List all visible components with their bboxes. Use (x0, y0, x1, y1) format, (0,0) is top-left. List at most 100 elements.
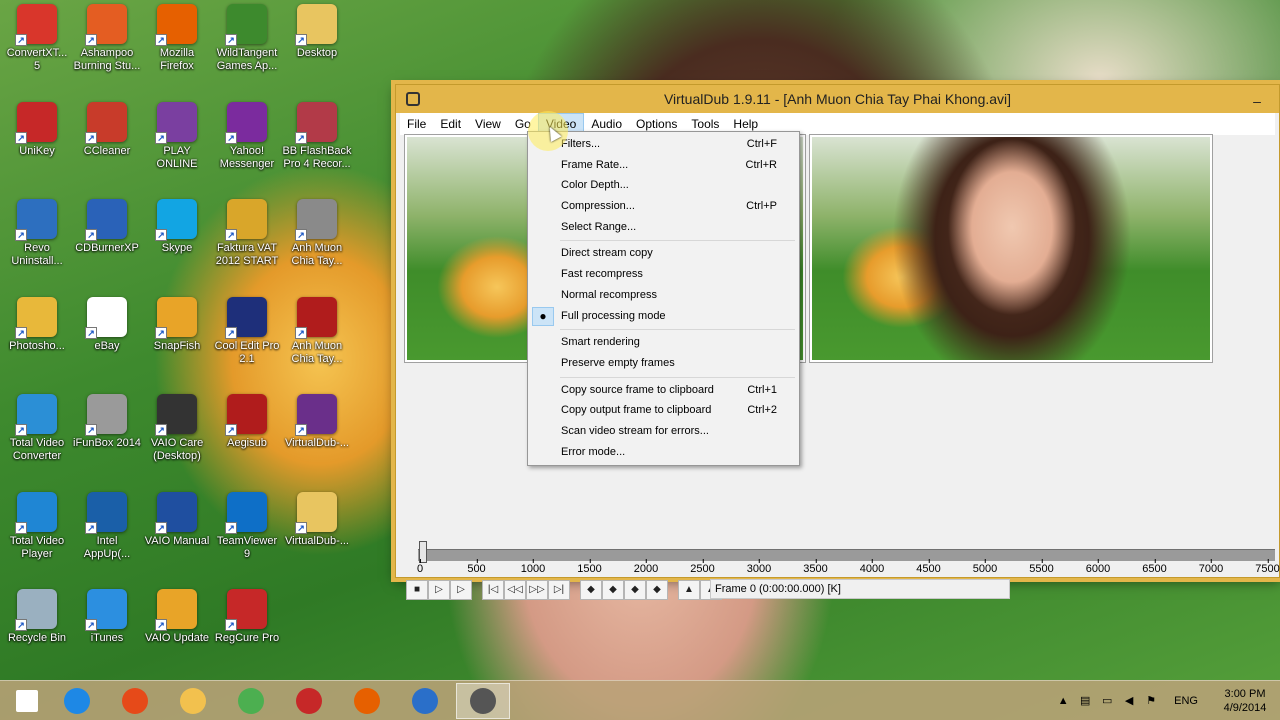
desktop-icon[interactable]: ↗ Anh Muon Chia Tay... (282, 297, 352, 387)
teamviewer-icon: ↗ (225, 492, 267, 534)
desktop-icon-label: Skype (161, 242, 193, 254)
menu-separator (560, 329, 795, 331)
battery-icon[interactable]: ▭ (1099, 694, 1115, 708)
timeline-tick-label: 7500 (1255, 559, 1280, 575)
timeline-track[interactable] (418, 549, 1275, 561)
mark-in-button[interactable]: ◆ (624, 580, 646, 600)
start-button[interactable] (0, 683, 54, 719)
desktop-icon[interactable]: ↗ Photosho... (2, 297, 72, 387)
prev-scene-button[interactable]: ◆ (580, 580, 602, 600)
taskbar-ie[interactable] (50, 683, 104, 719)
desktop-icon[interactable]: ↗ RegCure Pro (212, 589, 282, 679)
desktop-icon[interactable]: ↗ Total Video Player (2, 492, 72, 582)
desktop-icon[interactable]: ↗ BB FlashBack Pro 4 Recor... (282, 102, 352, 192)
output-video-pane[interactable] (809, 134, 1213, 363)
menu-view[interactable]: View (468, 114, 508, 134)
desktop-icon[interactable]: ↗ VAIO Update (142, 589, 212, 679)
video-menu-item[interactable]: Select Range... (530, 217, 797, 238)
next-scene-button[interactable]: ◆ (602, 580, 624, 600)
desktop-icon[interactable]: ↗ CCleaner (72, 102, 142, 192)
title-bar[interactable]: VirtualDub 1.9.11 - [Anh Muon Chia Tay P… (396, 85, 1279, 113)
shortcut-arrow-icon: ↗ (155, 132, 167, 144)
taskbar-yahoo[interactable] (282, 683, 336, 719)
minimize-button[interactable]: – (1247, 87, 1267, 115)
taskbar-chrome[interactable] (224, 683, 278, 719)
video-menu-item[interactable]: Direct stream copy (530, 243, 797, 264)
menu-edit[interactable]: Edit (433, 114, 468, 134)
language-indicator[interactable]: ENG (1174, 695, 1198, 707)
chevron-up-icon[interactable]: ▲ (1055, 694, 1071, 708)
forward-key-button[interactable]: ▷▷ (526, 580, 548, 600)
video-menu-item[interactable]: Color Depth... (530, 175, 797, 196)
menu-file[interactable]: File (400, 114, 433, 134)
desktop-icon[interactable]: ↗ Intel AppUp(... (72, 492, 142, 582)
video-menu-item[interactable]: Filters... Ctrl+F (530, 134, 797, 155)
taskbar-media[interactable] (398, 683, 452, 719)
desktop-icon-label: RegCure Pro (214, 632, 280, 644)
desktop-icon[interactable]: ↗ eBay (72, 297, 142, 387)
back-key-button[interactable]: ◁◁ (504, 580, 526, 600)
video-menu-item[interactable]: Normal recompress (530, 285, 797, 306)
mark-out-button[interactable]: ◆ (646, 580, 668, 600)
end-button[interactable]: ▷| (548, 580, 570, 600)
desktop-icon[interactable]: ↗ Cool Edit Pro 2.1 (212, 297, 282, 387)
video-menu-item[interactable]: Frame Rate... Ctrl+R (530, 155, 797, 176)
desktop-icon[interactable]: ↗ Total Video Converter (2, 394, 72, 484)
desktop-icon[interactable]: ↗ SnapFish (142, 297, 212, 387)
desktop-icon[interactable]: ↗ VAIO Manual (142, 492, 212, 582)
clock-time: 3:00 PM (1224, 688, 1266, 700)
desktop-icon[interactable]: ↗ Aegisub (212, 394, 282, 484)
desktop-icon[interactable]: ↗ ConvertXT... 5 (2, 4, 72, 94)
desktop-icon[interactable]: ↗ Yahoo! Messenger (212, 102, 282, 192)
video-menu-item[interactable]: Fast recompress (530, 264, 797, 285)
start-button[interactable]: |◁ (482, 580, 504, 600)
taskbar-firefox[interactable] (340, 683, 394, 719)
prev-keyframe-button[interactable]: ▲ (678, 580, 700, 600)
play-input-button[interactable]: ▷ (428, 580, 450, 600)
network-adapter-icon[interactable]: ▤ (1077, 694, 1093, 708)
avi-file-icon: ↗ (295, 199, 337, 241)
desktop-icon[interactable]: ↗ Mozilla Firefox (142, 4, 212, 94)
taskbar-office[interactable] (108, 683, 162, 719)
desktop-icon[interactable]: ↗ VirtualDub-... (282, 492, 352, 582)
desktop-icon[interactable]: ↗ UniKey (2, 102, 72, 192)
timeline-tick-label: 7000 (1198, 559, 1224, 575)
taskbar-virtualdub[interactable] (456, 683, 510, 719)
desktop-icon[interactable]: ↗ Skype (142, 199, 212, 289)
video-menu-item[interactable]: Scan video stream for errors... (530, 421, 797, 442)
virtualdub-app-icon[interactable] (406, 92, 420, 106)
taskbar-explorer[interactable] (166, 683, 220, 719)
desktop-icon-label: Intel AppUp(... (83, 535, 131, 560)
video-menu-item[interactable]: ● Full processing mode (530, 306, 797, 327)
clock[interactable]: 3:00 PM 4/9/2014 (1210, 687, 1280, 715)
desktop-icon[interactable]: ↗ WildTangent Games Ap... (212, 4, 282, 94)
desktop-icon[interactable]: ↗ VirtualDub-... (282, 394, 352, 484)
desktop-icon[interactable]: ↗ Ashampoo Burning Stu... (72, 4, 142, 94)
aegisub-icon: ↗ (225, 394, 267, 436)
desktop-icon[interactable]: ↗ Recycle Bin (2, 589, 72, 679)
desktop-icon[interactable]: ↗ CDBurnerXP (72, 199, 142, 289)
desktop-icon[interactable]: ↗ Faktura VAT 2012 START (212, 199, 282, 289)
shortcut-arrow-icon: ↗ (85, 619, 97, 631)
desktop-icon[interactable]: ↗ PLAY ONLINE (142, 102, 212, 192)
desktop-icon[interactable]: ↗ iTunes (72, 589, 142, 679)
video-menu-item[interactable]: Compression... Ctrl+P (530, 196, 797, 217)
video-menu-item-label: Select Range... (561, 220, 637, 233)
unikey-icon: ↗ (15, 102, 57, 144)
desktop-icon[interactable]: ↗ VAIO Care (Desktop) (142, 394, 212, 484)
video-menu-item[interactable]: Error mode... (530, 442, 797, 463)
desktop-icon[interactable]: ↗ TeamViewer 9 (212, 492, 282, 582)
volume-icon[interactable]: ◀ (1121, 694, 1137, 708)
video-menu-item[interactable]: Smart rendering (530, 332, 797, 353)
video-menu-item[interactable]: Copy source frame to clipboard Ctrl+1 (530, 380, 797, 401)
desktop-icon[interactable]: ↗ iFunBox 2014 (72, 394, 142, 484)
desktop-icon[interactable]: ↗ Desktop (282, 4, 352, 94)
desktop-icon[interactable]: ↗ Revo Uninstall... (2, 199, 72, 289)
stop-button[interactable]: ■ (406, 580, 428, 600)
flag-icon[interactable]: ⚑ (1143, 694, 1159, 708)
desktop-icon[interactable]: ↗ Anh Muon Chia Tay... (282, 199, 352, 289)
video-menu-item[interactable]: Preserve empty frames (530, 353, 797, 374)
video-menu-item[interactable]: Copy output frame to clipboard Ctrl+2 (530, 400, 797, 421)
play-output-button[interactable]: ▷ (450, 580, 472, 600)
internet-explorer-icon (64, 688, 90, 714)
